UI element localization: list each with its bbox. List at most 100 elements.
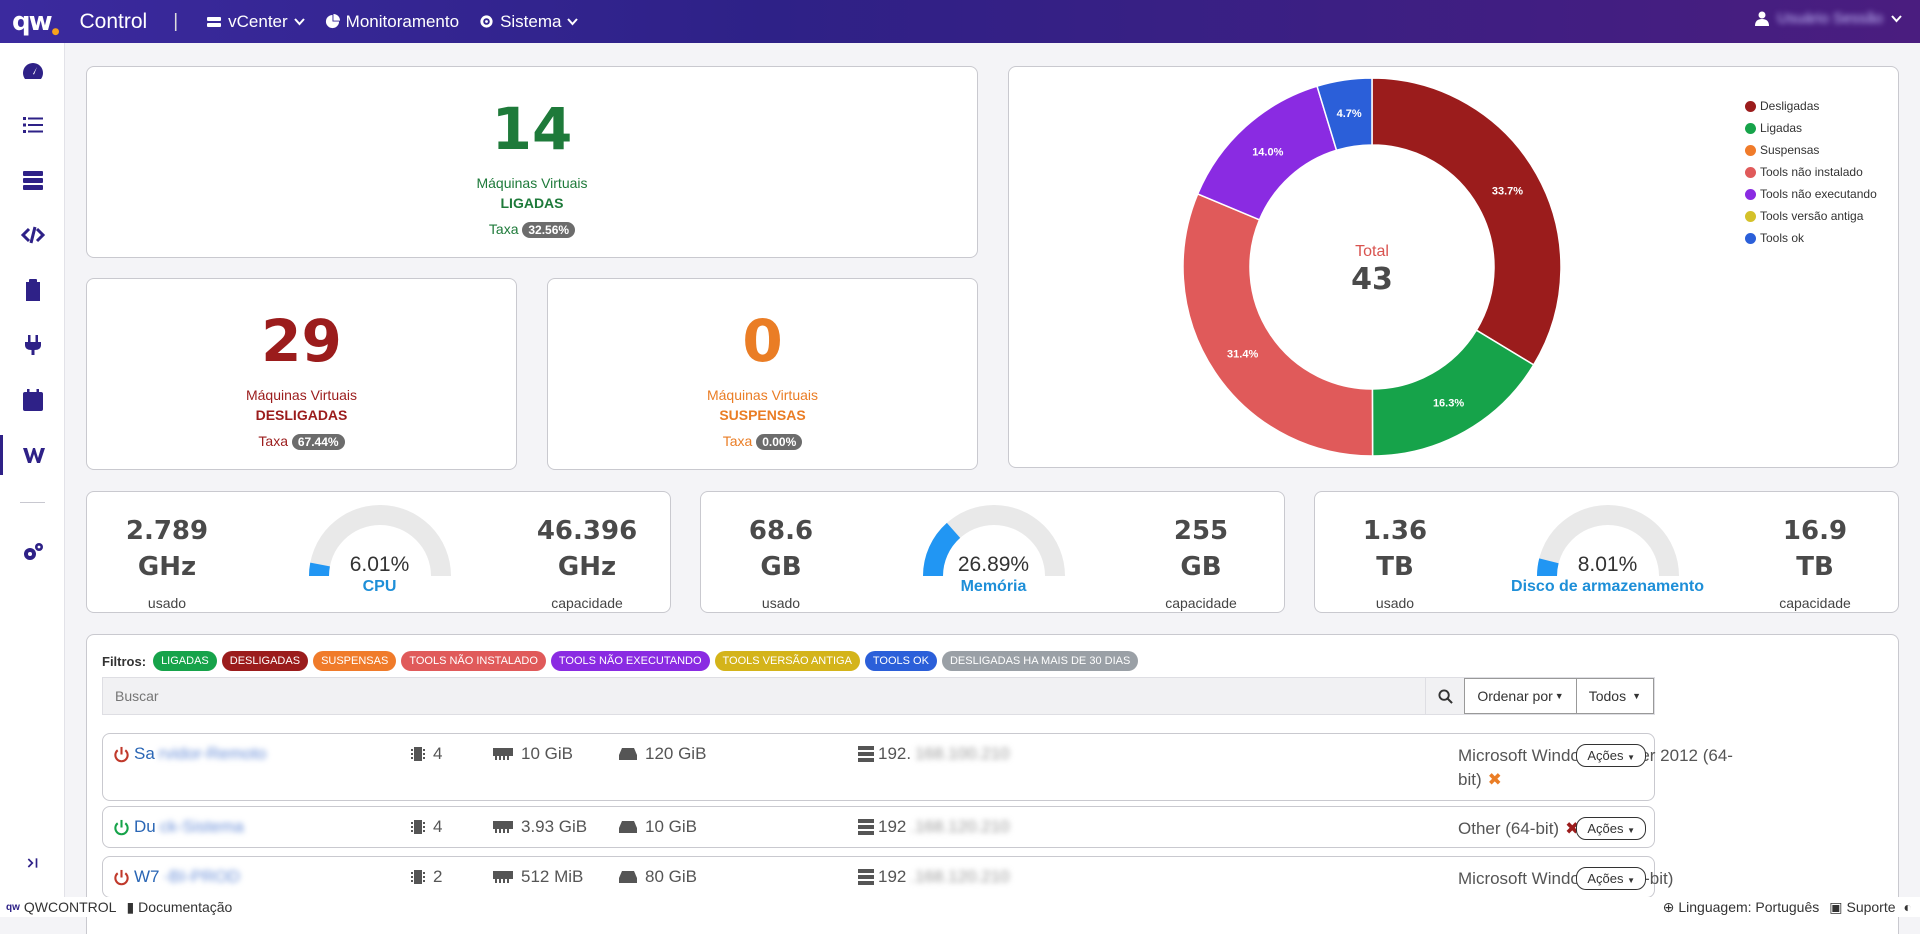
speedometer-icon	[22, 63, 43, 79]
gauge-name: Disco de armazenamento	[1511, 578, 1704, 595]
nav-monitoramento-label: Monitoramento	[345, 11, 460, 31]
donut-center-label: Total	[1355, 243, 1389, 260]
footer-language[interactable]: Linguagem: Português	[1678, 899, 1819, 915]
used-label: usado	[1375, 595, 1415, 611]
legend-item[interactable]: Desligadas	[1745, 95, 1877, 117]
filter-all-dropdown[interactable]: Todos ▼	[1576, 678, 1654, 714]
used-label: usado	[147, 595, 187, 611]
suspensas-taxa-label: Taxa	[722, 433, 753, 449]
suspensas-taxa-badge: 0.00%	[756, 434, 803, 450]
sidebar-item-dashboard[interactable]	[0, 51, 65, 91]
footer-docs-link[interactable]: Documentação	[138, 899, 232, 915]
vm-disk: 10 GiB	[619, 817, 697, 837]
gauge-percent: 8.01%	[1577, 553, 1638, 576]
legend-item[interactable]: Suspensas	[1745, 139, 1877, 161]
sidebar-expand-toggle[interactable]	[0, 843, 65, 883]
search-button[interactable]	[1425, 678, 1464, 714]
sidebar-item-settings[interactable]	[0, 533, 65, 573]
sidebar-item-clipboard[interactable]	[0, 270, 65, 310]
vm-disk: 120 GiB	[619, 744, 706, 764]
actions-dropdown[interactable]: Ações ▼	[1576, 817, 1646, 840]
legend-item[interactable]: Tools não executando	[1745, 183, 1877, 205]
nav-monitoramento[interactable]: Monitoramento	[325, 12, 459, 32]
vm-cpu: 2	[411, 867, 442, 887]
vm-memory: 3.93 GiB	[493, 817, 587, 837]
gears-icon	[23, 543, 43, 560]
nav-vcenter[interactable]: vCenter	[206, 12, 305, 32]
gauge-percent: 26.89%	[957, 553, 1030, 576]
app-logo[interactable]: qw ●	[12, 7, 59, 37]
sidebar-item-servers[interactable]	[0, 160, 65, 200]
legend-item[interactable]: Tools versão antiga	[1745, 205, 1877, 227]
power-icon	[114, 746, 129, 762]
vm-row[interactable]: Du ck-Sistema 4 3.93 GiB 10 GiB 192.168.120.2…	[102, 806, 1655, 848]
sidebar-item-calendar[interactable]	[0, 380, 65, 420]
vm-disk: 80 GiB	[619, 867, 697, 887]
used-value: 1.36 TB	[1362, 516, 1428, 582]
nav-sistema-label: Sistema	[500, 11, 562, 31]
order-by-label: Ordenar por	[1477, 688, 1553, 704]
vm-name[interactable]: Sa rvidor-Remoto	[113, 744, 267, 764]
caret-down-icon: ▼	[1627, 753, 1635, 762]
vm-name[interactable]: W7 -BI-PROD	[113, 867, 240, 887]
slice-desligadas[interactable]	[1371, 77, 1562, 366]
filter-badge[interactable]: Ligadas	[153, 651, 217, 671]
legend-swatch	[1745, 144, 1756, 156]
sidebar-item-vmware[interactable]	[0, 435, 65, 475]
vm-cpu: 4	[411, 817, 442, 837]
gear-icon	[480, 15, 493, 28]
footer-brand[interactable]: QWCONTROL	[24, 899, 117, 915]
slice-tools-não-instalado[interactable]	[1182, 192, 1374, 457]
filter-badge[interactable]: Desligadas	[221, 651, 309, 671]
legend-item[interactable]: Tools não instalado	[1745, 161, 1877, 183]
server-icon	[858, 869, 874, 885]
caret-down-icon: ▼	[1554, 691, 1564, 701]
actions-dropdown[interactable]: Ações ▼	[1576, 867, 1646, 890]
suspensas-status: SUSPENSAS	[719, 407, 806, 423]
power-icon	[114, 869, 129, 885]
sidebar-item-plugins[interactable]	[0, 325, 65, 365]
filter-badge[interactable]: Tools não instalado	[401, 651, 546, 671]
filter-badge[interactable]: Tools não executando	[550, 651, 710, 671]
caret-down-icon: ▼	[1627, 826, 1635, 835]
nav-sistema[interactable]: Sistema	[479, 11, 579, 32]
clipboard-icon	[25, 279, 40, 301]
filter-badge[interactable]: Desligadas ha mais de 30 dias	[941, 651, 1139, 671]
gauge-percent: 6.01%	[349, 553, 410, 576]
sidebar-item-code[interactable]	[0, 215, 65, 255]
filter-badge[interactable]: Tools versão antiga	[714, 651, 860, 671]
vm-row[interactable]: W7 -BI-PROD 2 512 MiB 80 GiB 192.168.120.210 M…	[102, 856, 1673, 898]
ligadas-label: Máquinas Virtuais	[476, 175, 588, 191]
nav-vcenter-label: vCenter	[228, 11, 288, 31]
user-menu[interactable]: Usuário Sessão	[1755, 10, 1902, 27]
filter-badge[interactable]: Tools ok	[864, 651, 937, 671]
used-value: 68.6 GB	[748, 516, 814, 582]
code-icon	[20, 226, 45, 244]
sidebar-item-list[interactable]	[0, 105, 65, 145]
search-input[interactable]	[103, 678, 1426, 714]
vm-row[interactable]: Sa rvidor-Remoto 4 10 GiB 120 GiB 192. 168.100…	[102, 733, 1733, 801]
desligadas-taxa-badge: 67.44%	[291, 434, 345, 450]
slice-label: 4.7%	[1337, 108, 1362, 120]
legend-label: Ligadas	[1760, 121, 1803, 135]
chevron-down-icon	[567, 17, 579, 25]
legend-item[interactable]: Tools ok	[1745, 227, 1877, 249]
theme-toggle-icon[interactable]: ◐	[1904, 899, 1912, 915]
pie-chart-icon	[325, 14, 340, 29]
order-by-dropdown[interactable]: Ordenar por ▼	[1464, 678, 1577, 714]
hard-drive-icon	[619, 821, 637, 833]
capacity-value: 255 GB	[1173, 516, 1229, 582]
vm-name[interactable]: Du ck-Sistema	[113, 817, 244, 837]
legend-label: Desligadas	[1760, 99, 1820, 113]
memory-icon	[493, 871, 513, 883]
footer-support[interactable]: Suporte	[1846, 899, 1895, 915]
actions-dropdown[interactable]: Ações ▼	[1576, 744, 1646, 767]
filter-badge[interactable]: Suspensas	[313, 651, 397, 671]
server-icon	[858, 819, 874, 835]
chart-legend: Desligadas Ligadas Suspensas Tools não inst…	[1745, 95, 1877, 249]
desligadas-status: DESLIGADAS	[255, 407, 348, 423]
capacity-value: 16.9 TB	[1782, 516, 1848, 582]
calendar-icon	[22, 389, 43, 411]
hard-drive-icon	[619, 871, 637, 883]
legend-item[interactable]: Ligadas	[1745, 117, 1877, 139]
